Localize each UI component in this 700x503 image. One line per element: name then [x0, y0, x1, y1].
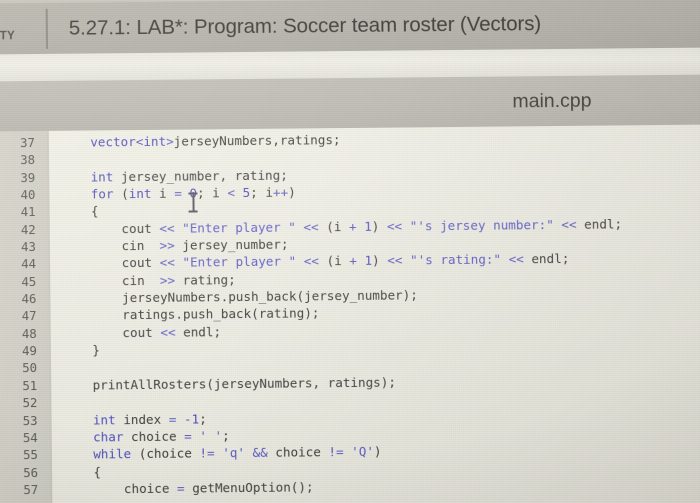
- line-number: 38: [20, 152, 36, 168]
- line-number: 45: [21, 273, 37, 289]
- line-number: 43: [20, 239, 36, 255]
- line-number: 57: [23, 481, 39, 498]
- line-number: 37: [19, 135, 35, 151]
- line-number: 56: [23, 464, 39, 480]
- page-title: 5.27.1: LAB*: Program: Soccer team roste…: [68, 11, 542, 40]
- activity-label: B TIVITY: [0, 13, 44, 44]
- code-editor[interactable]: 37 vector<int>jerseyNumbers,ratings; 38 39…: [0, 124, 700, 503]
- line-number: 40: [20, 187, 36, 203]
- screen-photo: B TIVITY 5.27.1: LAB*: Program: Soccer t…: [0, 0, 700, 503]
- activity-label-line1: B: [0, 13, 44, 29]
- line-number: 55: [22, 447, 38, 463]
- line-number: 44: [21, 256, 37, 272]
- file-name-label: main.cpp: [512, 89, 592, 112]
- line-number: 53: [22, 412, 38, 428]
- line-number: 49: [21, 343, 37, 359]
- activity-header-bar: B TIVITY 5.27.1: LAB*: Program: Soccer t…: [0, 0, 700, 55]
- activity-label-line2: TIVITY: [0, 29, 15, 43]
- line-number: 54: [22, 429, 38, 445]
- line-number: 46: [21, 291, 37, 307]
- line-number: 42: [20, 221, 36, 237]
- code-lines-container[interactable]: 37 vector<int>jerseyNumbers,ratings; 38 39…: [0, 125, 700, 503]
- file-name-bar: main.cpp: [0, 74, 700, 132]
- line-number: 52: [22, 395, 38, 411]
- line-number: 51: [22, 377, 38, 393]
- line-number: 48: [21, 325, 37, 341]
- line-number: 47: [21, 308, 37, 324]
- line-number: 39: [20, 169, 36, 185]
- line-number: 41: [20, 204, 36, 220]
- line-number: 50: [22, 360, 38, 376]
- header-divider: [45, 8, 49, 49]
